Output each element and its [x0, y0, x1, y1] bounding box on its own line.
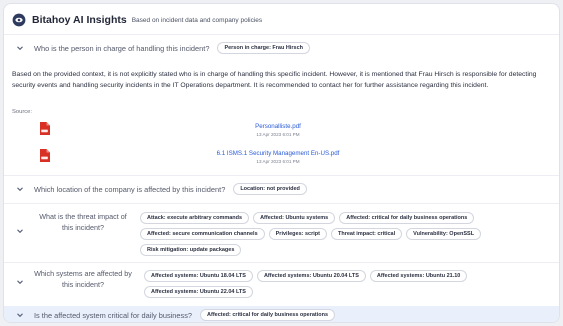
question-text: Which systems are affected by this incid…	[34, 269, 132, 289]
question-text: Who is the person in charge of handling …	[34, 43, 210, 53]
answer-pill: Privileges: script	[268, 228, 327, 240]
question-block-affected-systems[interactable]: Which systems are affected by this incid…	[4, 266, 559, 300]
chevron-down-icon[interactable]	[16, 311, 24, 319]
answer-pill: Affected systems: Ubuntu 20.04 LTS	[256, 270, 366, 282]
answer-pill: Affected: Ubuntu systems	[253, 212, 336, 224]
divider	[4, 34, 559, 35]
question-block-threat-impact[interactable]: What is the threat impact of this incide…	[4, 207, 559, 259]
answer-pill: Affected: critical for daily business op…	[339, 212, 475, 224]
source-file-item[interactable]: 6.1 ISMS.1 Security Management En-US.pdf…	[39, 149, 517, 169]
answer-pill-group: Attack: execute arbitrary commands Affec…	[140, 212, 551, 256]
answer-pill: Risk mitigation: update packages	[140, 244, 242, 256]
divider	[4, 262, 559, 263]
chevron-down-icon[interactable]	[16, 227, 24, 235]
answer-pill: Affected: critical for daily business op…	[200, 309, 336, 321]
question-text: Which location of the company is affecte…	[34, 184, 226, 194]
chevron-down-icon[interactable]	[16, 278, 24, 286]
divider	[4, 175, 559, 176]
answer-pill: Attack: execute arbitrary commands	[140, 212, 250, 224]
answer-pill: Affected systems: Ubuntu 21.10	[369, 270, 468, 282]
chevron-down-icon[interactable]	[16, 185, 24, 193]
source-file-date: 13 Apr 2023 6:01 PM	[256, 159, 300, 164]
source-file-date: 13 Apr 2023 6:01 PM	[256, 132, 300, 137]
app-subtitle: Based on incident data and company polic…	[131, 16, 263, 24]
source-file-link[interactable]: 6.1 ISMS.1 Security Management En-US.pdf	[39, 150, 517, 157]
chevron-down-icon[interactable]	[16, 44, 24, 52]
question-row-person-in-charge[interactable]: Who is the person in charge of handling …	[4, 39, 559, 57]
answer-text: Based on the provided context, it is not…	[12, 71, 537, 89]
divider	[4, 203, 559, 204]
answer-pill: Affected systems: Ubuntu 18.04 LTS	[144, 270, 253, 282]
source-label: Source:	[12, 109, 32, 115]
answer-pill: Vulnerability: OpenSSL	[406, 228, 482, 240]
answer-pill-group: Affected systems: Ubuntu 18.04 LTS Affec…	[144, 270, 551, 298]
question-text: Is the affected system critical for dail…	[34, 310, 193, 320]
app-title: Bitahoy AI Insights	[32, 14, 127, 26]
question-row-business-critical[interactable]: Is the affected system critical for dail…	[4, 306, 559, 322]
panel-header: Bitahoy AI Insights Based on incident da…	[12, 12, 262, 28]
answer-pill: Person in charge: Frau Hirsch	[217, 42, 310, 54]
source-file-link[interactable]: Personalliste.pdf	[39, 123, 517, 130]
answer-pill: Location: not provided	[233, 183, 307, 195]
source-file-item[interactable]: Personalliste.pdf 13 Apr 2023 6:01 PM	[39, 122, 517, 142]
question-text: What is the threat impact of this incide…	[39, 212, 127, 232]
answer-pill: Affected: secure communication channels	[140, 228, 265, 240]
bitahoy-logo-icon	[12, 13, 26, 27]
question-row-location[interactable]: Which location of the company is affecte…	[4, 180, 559, 198]
answer-pill: Threat impact: critical	[330, 228, 403, 240]
answer-pill: Affected systems: Ubuntu 22.04 LTS	[144, 286, 253, 298]
ai-insights-panel: Bitahoy AI Insights Based on incident da…	[3, 3, 560, 323]
